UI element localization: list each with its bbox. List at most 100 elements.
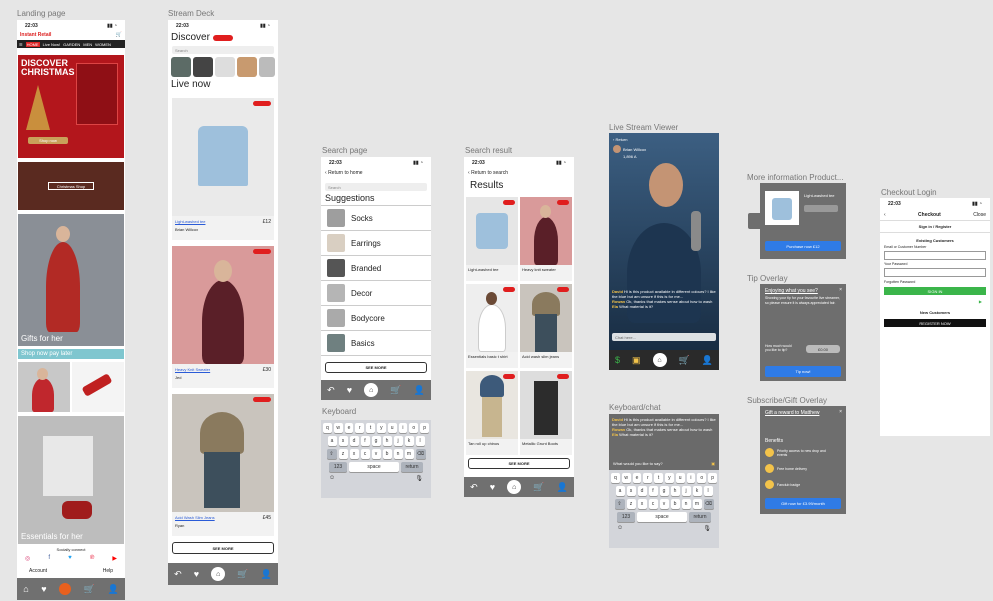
hero-shop-button[interactable]: Shop now	[28, 137, 68, 144]
key-s[interactable]: s	[626, 486, 636, 496]
help-link[interactable]: Help	[103, 568, 113, 574]
sign-in-tab[interactable]: Sign in / Register	[880, 221, 990, 233]
nav-home[interactable]: HOME	[25, 41, 40, 47]
purchase-button[interactable]: Purchase now £12	[765, 241, 841, 251]
heart-icon[interactable]: ♥	[347, 385, 352, 395]
stream-card-3[interactable]: Acid Wash Slim Jeans £45 Ryan	[172, 394, 274, 536]
mic-icon[interactable]: 🎙	[703, 525, 711, 532]
key-h[interactable]: h	[670, 486, 680, 496]
item-name[interactable]: Heavy Knit Sweater	[175, 367, 210, 372]
return-key[interactable]: return	[401, 462, 423, 472]
profile-icon[interactable]: 👤	[261, 569, 272, 580]
key-r[interactable]: r	[355, 423, 365, 433]
result-card-1[interactable]: Light-washed tee	[466, 197, 518, 281]
key-b[interactable]: b	[670, 499, 680, 509]
result-name[interactable]: Metallic Grunt Boots	[522, 441, 558, 446]
cart-nav-icon[interactable]: 🛒	[679, 355, 690, 366]
key-p[interactable]: p	[420, 423, 429, 433]
key-s[interactable]: s	[338, 436, 348, 446]
item-name[interactable]: Light-washed tee	[175, 219, 205, 224]
facebook-icon[interactable]: f	[48, 555, 50, 562]
nav-garden[interactable]: GARDEN	[63, 42, 80, 47]
back-icon[interactable]: ‹	[884, 212, 886, 218]
key-f[interactable]: f	[648, 486, 658, 496]
result-card-5[interactable]: Tan roll up chinos	[466, 371, 518, 455]
result-card-4[interactable]: Acid wash slim jeans	[520, 284, 572, 368]
gifts-banner[interactable]: Gifts for her	[18, 214, 124, 346]
suggestion-basics[interactable]: Basics	[321, 331, 431, 356]
home-icon[interactable]: ⌂	[364, 383, 379, 397]
result-name[interactable]: Heavy knit sweater	[522, 267, 556, 272]
close-icon[interactable]: ×	[839, 287, 842, 293]
key-e[interactable]: e	[344, 423, 354, 433]
heart-icon[interactable]: ♥	[41, 584, 46, 594]
cart-nav-icon[interactable]: 🛒	[533, 482, 544, 493]
key-b[interactable]: b	[382, 449, 392, 459]
cart-nav-icon[interactable]: 🛒	[390, 385, 401, 396]
cart-icon[interactable]: 🛒	[116, 32, 122, 38]
return-search-link[interactable]: ‹ Return to search	[464, 169, 574, 177]
shift-key[interactable]: ⇧	[326, 449, 337, 459]
home-icon[interactable]: ⌂	[211, 567, 226, 581]
close-icon[interactable]: ×	[839, 409, 842, 415]
suggestion-decor[interactable]: Decor	[321, 281, 431, 306]
category-tile[interactable]	[237, 57, 257, 77]
key-v[interactable]: v	[659, 499, 669, 509]
key-n[interactable]: n	[393, 449, 403, 459]
nav-live[interactable]: Live Now!	[43, 42, 61, 47]
back-icon[interactable]: ↶	[327, 385, 335, 396]
home-icon[interactable]: ⌂	[23, 584, 28, 594]
key-j[interactable]: j	[681, 486, 691, 496]
live-icon[interactable]	[59, 583, 72, 595]
category-tile[interactable]	[259, 57, 275, 77]
suggestion-earrings[interactable]: Earrings	[321, 231, 431, 256]
key-t[interactable]: t	[654, 473, 663, 483]
shift-key[interactable]: ⇧	[614, 499, 625, 509]
key-f[interactable]: f	[360, 436, 370, 446]
back-icon[interactable]: ↶	[174, 569, 182, 580]
emoji-icon[interactable]: ☺	[617, 525, 623, 532]
key-k[interactable]: k	[404, 436, 414, 446]
category-tile[interactable]	[215, 57, 235, 77]
numbers-key[interactable]: 123	[329, 462, 347, 472]
christmas-banner[interactable]: Christmas Shop	[18, 162, 124, 210]
see-more-button[interactable]: SEE MORE	[325, 362, 427, 373]
email-field[interactable]	[884, 251, 986, 260]
category-tile[interactable]	[171, 57, 191, 77]
pinterest-icon[interactable]: ℗	[90, 555, 94, 562]
chat-compose[interactable]: What would you like to say? ▣	[611, 459, 717, 468]
register-button[interactable]: REGISTER NOW	[884, 319, 986, 327]
profile-icon[interactable]: 👤	[414, 385, 425, 396]
key-d[interactable]: d	[637, 486, 647, 496]
see-more-button[interactable]: SEE MORE	[468, 458, 570, 469]
key-v[interactable]: v	[371, 449, 381, 459]
key-l[interactable]: l	[415, 436, 425, 446]
key-g[interactable]: g	[659, 486, 669, 496]
result-name[interactable]: Tan roll up chinos	[468, 441, 499, 446]
return-link[interactable]: ‹ Return	[613, 137, 627, 142]
space-key[interactable]: space	[349, 462, 399, 472]
back-icon[interactable]: ↶	[470, 482, 478, 493]
mic-icon[interactable]: 🎙	[415, 475, 423, 482]
key-q[interactable]: q	[611, 473, 620, 483]
key-p[interactable]: p	[708, 473, 717, 483]
product-tile-2[interactable]	[72, 362, 124, 412]
close-link[interactable]: Close	[973, 212, 986, 218]
emoji-icon[interactable]: ☺	[329, 475, 335, 482]
key-t[interactable]: t	[366, 423, 375, 433]
search-input[interactable]: Search	[172, 46, 274, 54]
size-select[interactable]	[804, 205, 838, 212]
key-i[interactable]: i	[686, 473, 696, 483]
profile-icon[interactable]: 👤	[702, 355, 713, 366]
nav-men[interactable]: MEN	[83, 42, 92, 47]
pay-later-banner[interactable]: Shop now pay later	[18, 349, 124, 359]
suggestion-bodycore[interactable]: Bodycore	[321, 306, 431, 331]
gift-button[interactable]: Gift now for £3.99/month	[765, 498, 841, 509]
suggestion-branded[interactable]: Branded	[321, 256, 431, 281]
result-card-6[interactable]: Metallic Grunt Boots	[520, 371, 572, 455]
cart-nav-icon[interactable]: 🛒	[237, 569, 248, 580]
account-link[interactable]: Account	[29, 568, 47, 574]
key-w[interactable]: w	[621, 473, 631, 483]
password-field[interactable]	[884, 268, 986, 277]
key-e[interactable]: e	[632, 473, 642, 483]
